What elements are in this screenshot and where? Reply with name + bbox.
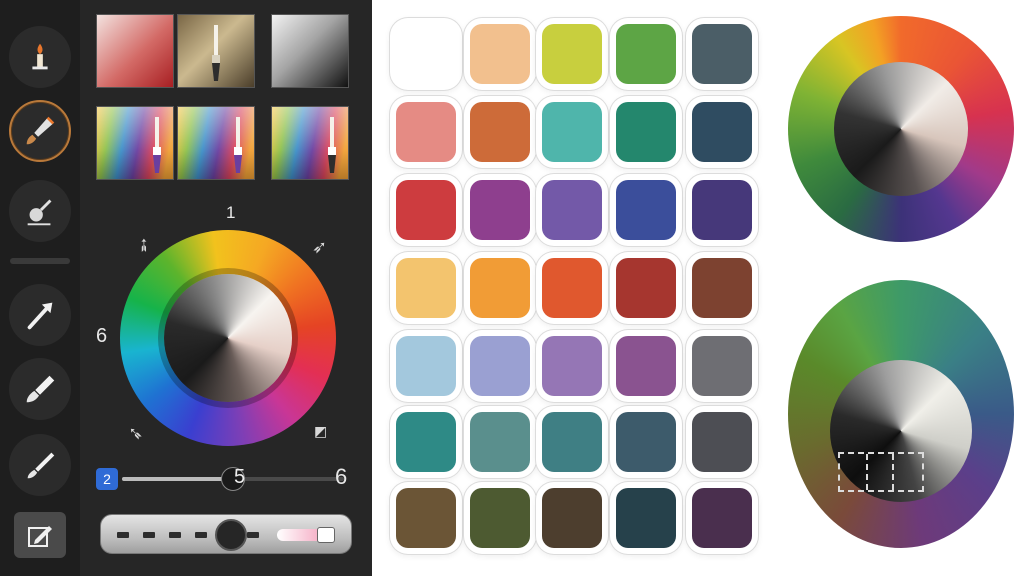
color-swatch[interactable] bbox=[396, 24, 456, 84]
hue-wheel-top[interactable] bbox=[788, 16, 1014, 242]
brush-preset-rainbow-1[interactable] bbox=[96, 106, 174, 180]
opacity-slider[interactable] bbox=[100, 514, 352, 554]
color-swatch[interactable] bbox=[396, 488, 456, 548]
color-swatch[interactable] bbox=[692, 258, 752, 318]
color-swatch[interactable] bbox=[470, 24, 530, 84]
marker-left: 6 bbox=[96, 325, 108, 347]
color-swatch[interactable] bbox=[692, 488, 752, 548]
color-swatch[interactable] bbox=[616, 102, 676, 162]
brush-preset-gold[interactable] bbox=[177, 14, 255, 88]
brush-preset-red-gradient[interactable] bbox=[96, 14, 174, 88]
marker-top: 1 bbox=[226, 203, 236, 222]
opacity-step bbox=[143, 532, 155, 538]
expand-icon[interactable]: ➶ bbox=[128, 423, 143, 443]
opacity-step bbox=[169, 532, 181, 538]
swatch-grid bbox=[384, 10, 774, 566]
brush-preset-gray-gradient[interactable] bbox=[271, 14, 349, 88]
color-swatch[interactable] bbox=[396, 412, 456, 472]
opacity-step bbox=[117, 532, 129, 538]
color-swatch[interactable] bbox=[542, 180, 602, 240]
color-swatch[interactable] bbox=[616, 336, 676, 396]
edit-icon bbox=[28, 526, 52, 547]
color-swatch[interactable] bbox=[542, 412, 602, 472]
reset-icon[interactable]: ◩ bbox=[314, 424, 327, 438]
rotate-ccw-icon[interactable]: ➶ bbox=[131, 233, 156, 258]
arrow-tool-button[interactable] bbox=[9, 284, 71, 346]
color-swatch[interactable] bbox=[396, 336, 456, 396]
color-swatch[interactable] bbox=[396, 258, 456, 318]
size-fill bbox=[122, 477, 233, 481]
color-swatch[interactable] bbox=[542, 336, 602, 396]
color-swatch[interactable] bbox=[470, 336, 530, 396]
rail-divider bbox=[10, 258, 70, 264]
eyedropper-tool-button[interactable] bbox=[9, 180, 71, 242]
brush-size-slider[interactable]: 2 5 bbox=[96, 466, 344, 492]
color-swatch[interactable] bbox=[692, 102, 752, 162]
color-swatch[interactable] bbox=[616, 488, 676, 548]
size-track[interactable] bbox=[122, 467, 344, 491]
arrow-icon bbox=[27, 302, 53, 330]
color-swatch[interactable] bbox=[470, 102, 530, 162]
rotate-cw-icon[interactable]: ➶ bbox=[312, 238, 327, 256]
color-swatch[interactable] bbox=[470, 258, 530, 318]
marker-right: 6 bbox=[335, 464, 348, 489]
opacity-step bbox=[247, 532, 259, 538]
brush-preset-rainbow-3[interactable] bbox=[271, 106, 349, 180]
color-swatch[interactable] bbox=[542, 102, 602, 162]
color-swatch[interactable] bbox=[616, 24, 676, 84]
brush-icon bbox=[234, 117, 242, 173]
color-swatch[interactable] bbox=[396, 102, 456, 162]
candle-icon bbox=[32, 43, 48, 70]
color-swatch[interactable] bbox=[542, 258, 602, 318]
selection-marquee[interactable] bbox=[838, 452, 924, 492]
color-swatch[interactable] bbox=[692, 24, 752, 84]
size-badge: 2 bbox=[96, 468, 118, 490]
opacity-knob[interactable] bbox=[215, 519, 247, 551]
brush-preset-rainbow-2[interactable] bbox=[177, 106, 255, 180]
brush-tool-button[interactable] bbox=[9, 358, 71, 420]
selection-divider bbox=[892, 454, 894, 490]
hue-wheel-top-center[interactable] bbox=[834, 62, 968, 196]
brush-icon bbox=[212, 25, 220, 81]
color-swatch[interactable] bbox=[616, 180, 676, 240]
edit-tool-button[interactable] bbox=[14, 512, 66, 558]
color-swatch[interactable] bbox=[542, 24, 602, 84]
selection-divider bbox=[866, 454, 868, 490]
color-wheel[interactable] bbox=[120, 230, 336, 446]
color-swatch[interactable] bbox=[396, 180, 456, 240]
opacity-step bbox=[195, 532, 207, 538]
color-swatch[interactable] bbox=[470, 488, 530, 548]
tool-rail bbox=[0, 0, 80, 576]
color-swatch[interactable] bbox=[692, 336, 752, 396]
color-swatch[interactable] bbox=[616, 258, 676, 318]
paintbrush-icon bbox=[26, 116, 55, 145]
paintbrush-tool-button[interactable] bbox=[9, 100, 71, 162]
hue-wheel-bottom[interactable] bbox=[788, 280, 1014, 548]
color-wheel-center[interactable] bbox=[164, 274, 292, 402]
color-swatch[interactable] bbox=[692, 180, 752, 240]
color-swatch[interactable] bbox=[542, 488, 602, 548]
size-value: 5 bbox=[234, 466, 246, 488]
thin-brush-icon bbox=[27, 452, 55, 479]
thin-brush-tool-button[interactable] bbox=[9, 434, 71, 496]
brush-icon bbox=[153, 117, 161, 173]
brush-color-panel: 1 6 ➶ ➶ ➶ ◩ 2 5 6 bbox=[80, 0, 372, 576]
candle-tool-button[interactable] bbox=[9, 26, 71, 88]
brush-icon bbox=[328, 117, 336, 173]
color-swatch[interactable] bbox=[616, 412, 676, 472]
eyedropper-icon bbox=[27, 199, 52, 226]
color-swatch[interactable] bbox=[470, 180, 530, 240]
color-palette-app: 1 6 ➶ ➶ ➶ ◩ 2 5 6 bbox=[0, 0, 1024, 576]
color-swatch[interactable] bbox=[692, 412, 752, 472]
opacity-end-cap bbox=[317, 527, 335, 543]
brush-icon bbox=[26, 375, 55, 403]
color-swatch[interactable] bbox=[470, 412, 530, 472]
